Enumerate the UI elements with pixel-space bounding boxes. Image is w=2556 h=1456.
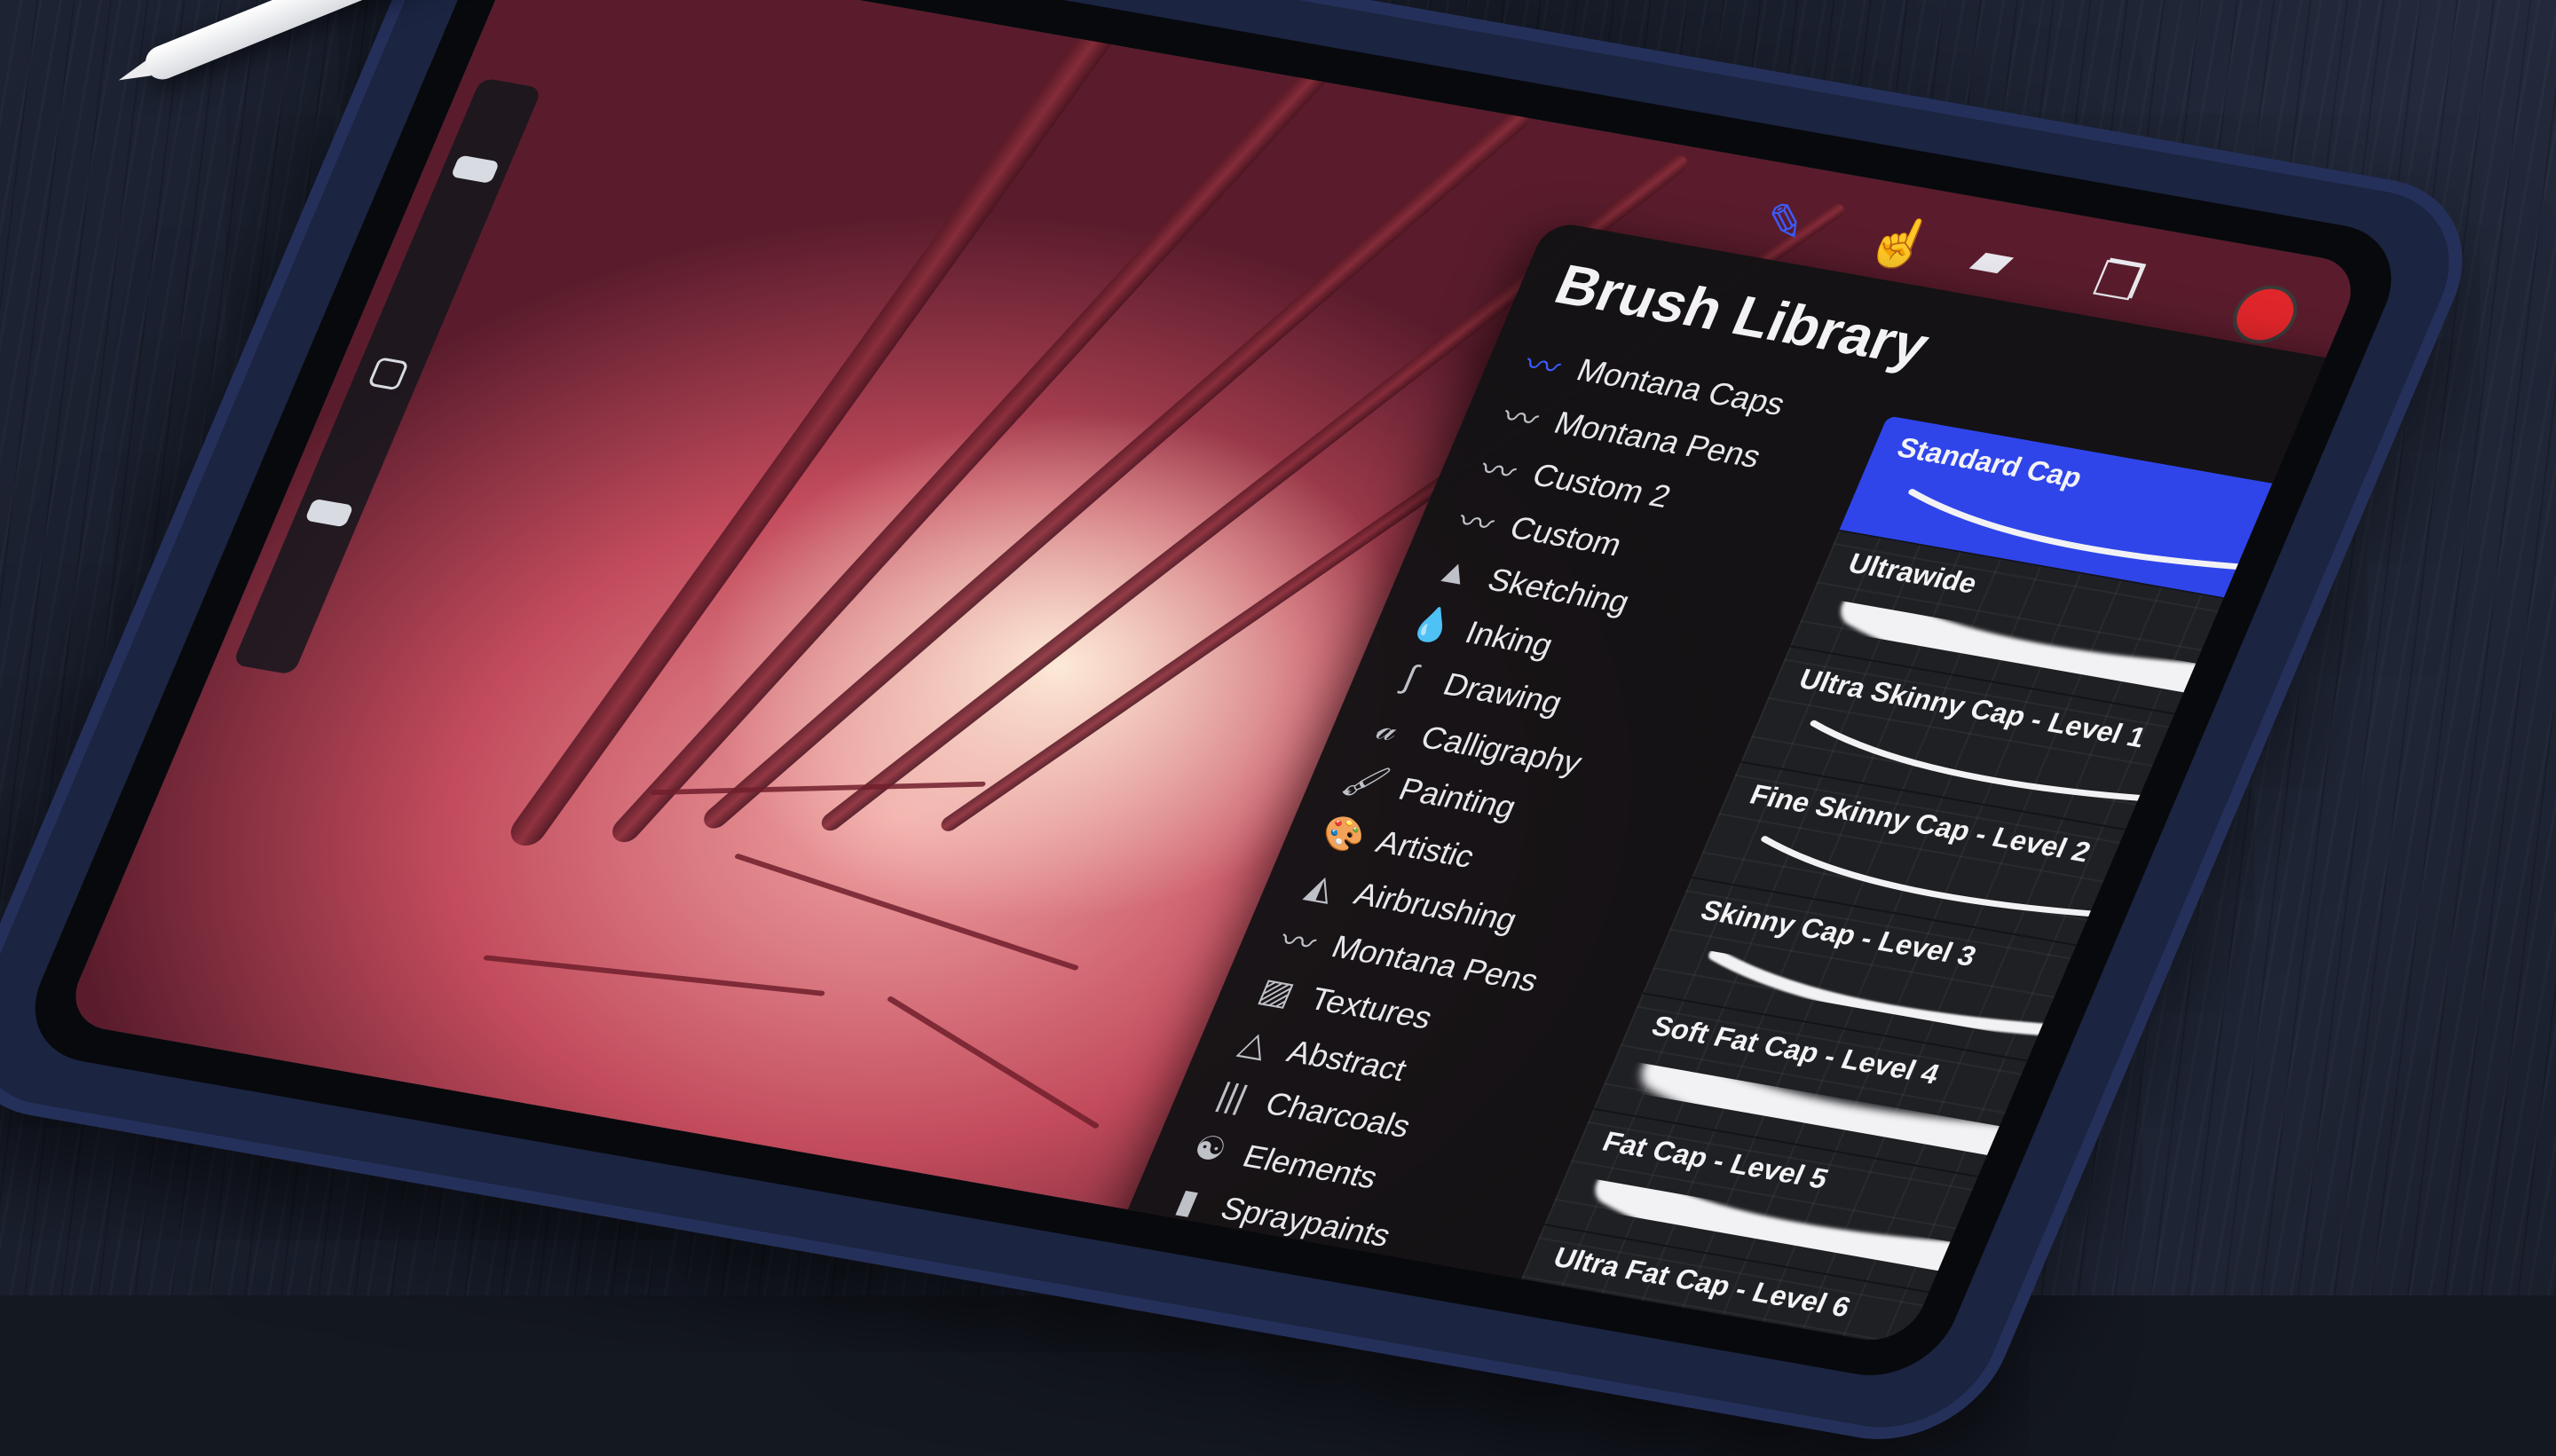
modify-button[interactable] [367,357,410,391]
opacity-slider[interactable] [304,498,354,528]
stroke-mini-icon: 〰 [2146,917,2182,948]
stroke-mini-icon: 〰 [2293,570,2330,601]
stroke-mini-icon: 〰 [1999,1263,2035,1295]
brush-set-label: Inking [1460,613,1559,663]
brush-set-label: Custom [1504,508,1629,563]
add-brush-button[interactable]: + [2337,397,2365,468]
layers-icon[interactable]: ❐ [2086,251,2152,311]
brush-set-label: Abstract [1282,1032,1413,1088]
brush-size-slider[interactable] [450,154,501,185]
stroke-path [1543,1279,1954,1347]
canvas-crack [886,995,1100,1129]
canvas-tree [606,42,1351,847]
color-swatch[interactable] [2223,280,2308,349]
smudge-icon[interactable]: ☝ [1858,210,1942,274]
canvas-crack [733,853,1080,972]
canvas-crack [483,955,826,996]
canvas-crack [650,781,986,796]
brush-set-label: Textures [1304,980,1439,1036]
eraser-icon[interactable]: ▰ [1963,229,2024,288]
touchup-icon: ⬟ [1143,1233,1187,1275]
brush-set-label: Artistic [1371,822,1480,875]
procreate-screen: ✎ ☝ ▰ ❐ Brush Library + 〰 Montana Caps 〰 Mo… [61,0,2365,1347]
stroke-mini-icon: 〰 [2048,1148,2085,1179]
brush-set-label: Touchups [1193,1242,1343,1301]
brush-set-label: Painting [1393,770,1522,825]
stroke-mini-icon: 〰 [2097,1033,2134,1064]
stroke-mini-icon: 〰 [2196,801,2232,832]
brush-set-label: Drawing [1438,665,1568,721]
stroke-mini-icon: 〰 [2244,686,2281,717]
